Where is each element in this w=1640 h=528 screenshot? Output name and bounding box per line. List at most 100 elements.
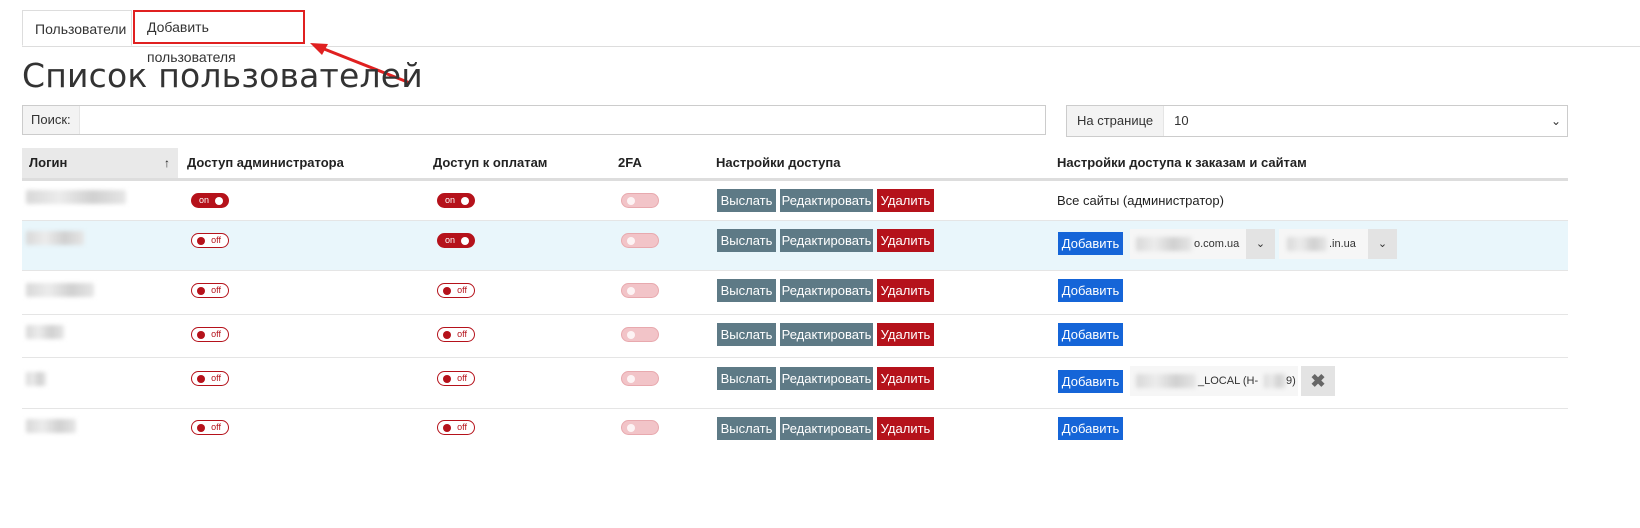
table-row: off on Выслать Редактировать Удалить Доб…	[22, 221, 1568, 271]
toggle-knob	[197, 331, 205, 339]
close-icon[interactable]: ✖	[1301, 366, 1335, 396]
edit-button[interactable]: Редактировать	[780, 189, 873, 212]
toggle-label: off	[211, 373, 221, 383]
per-page-select[interactable]: На странице 10 ⌄	[1066, 105, 1568, 137]
toggle-knob	[197, 375, 205, 383]
add-site-button[interactable]: Добавить	[1058, 232, 1123, 255]
per-page-value: 10	[1174, 113, 1189, 128]
admin-toggle[interactable]: off	[191, 327, 229, 342]
edit-button[interactable]: Редактировать	[780, 367, 873, 390]
table-row: off off Выслать Редактировать Удалить До…	[22, 271, 1568, 315]
delete-button[interactable]: Удалить	[877, 323, 934, 346]
column-login-label: Логин	[29, 155, 68, 170]
login-redacted	[26, 283, 94, 297]
site-select[interactable]: .in.ua ⌄	[1279, 229, 1397, 259]
delete-button[interactable]: Удалить	[877, 279, 934, 302]
tab-bar: Пользователи Добавить пользователя	[22, 10, 1640, 65]
send-button[interactable]: Выслать	[717, 189, 776, 212]
site-chip-label-end: 9)	[1286, 375, 1296, 387]
toggle-knob	[443, 287, 451, 295]
toggle-label: off	[457, 373, 467, 383]
admin-toggle[interactable]: off	[191, 233, 229, 248]
send-button[interactable]: Выслать	[717, 417, 776, 440]
table-row: off off Выслать Редактировать Удалить До…	[22, 315, 1568, 358]
send-button[interactable]: Выслать	[717, 367, 776, 390]
orders-access-text: Все сайты (администратор)	[1057, 193, 1224, 208]
sort-asc-icon: ↑	[164, 156, 170, 170]
table-row: on on Выслать Редактировать Удалить Все …	[22, 181, 1568, 221]
tab-add-user[interactable]: Добавить пользователя	[133, 10, 305, 65]
admin-toggle[interactable]: off	[191, 420, 229, 435]
edit-button[interactable]: Редактировать	[780, 323, 873, 346]
toggle-knob	[627, 375, 635, 383]
column-header-2fa: 2FA	[618, 155, 642, 170]
search-input[interactable]	[79, 106, 1045, 134]
delete-button[interactable]: Удалить	[877, 417, 934, 440]
delete-button[interactable]: Удалить	[877, 189, 934, 212]
toggle-label: on	[445, 235, 456, 245]
toggle-knob	[443, 424, 451, 432]
site-chip-label: _LOCAL (H-	[1198, 375, 1259, 387]
payments-toggle[interactable]: off	[437, 371, 475, 386]
delete-button[interactable]: Удалить	[877, 367, 934, 390]
payments-toggle[interactable]: off	[437, 327, 475, 342]
2fa-toggle	[621, 233, 659, 248]
toggle-label: off	[211, 422, 221, 432]
site-redacted	[1136, 237, 1192, 251]
toggle-label: on	[199, 195, 210, 205]
toggle-knob	[627, 197, 635, 205]
site-redacted	[1264, 374, 1286, 388]
per-page-label: На странице	[1067, 106, 1165, 136]
login-redacted	[26, 231, 84, 245]
add-site-button[interactable]: Добавить	[1058, 417, 1123, 440]
column-header-login[interactable]: Логин ↑	[22, 148, 178, 178]
toggle-knob	[443, 331, 451, 339]
table-header: Логин ↑ Доступ администратора Доступ к о…	[22, 148, 1568, 181]
toggle-knob	[461, 237, 469, 245]
login-redacted	[26, 325, 64, 339]
site-select[interactable]: o.com.ua ⌄	[1130, 229, 1275, 259]
page-title: Список пользователей	[22, 56, 423, 95]
toggle-label: off	[211, 329, 221, 339]
add-site-button[interactable]: Добавить	[1058, 323, 1123, 346]
table-row: off off Выслать Редактировать Удалить До…	[22, 409, 1568, 449]
toggle-label: off	[457, 285, 467, 295]
login-redacted	[26, 419, 76, 433]
toggle-label: on	[445, 195, 456, 205]
toggle-knob	[197, 424, 205, 432]
add-site-button[interactable]: Добавить	[1058, 370, 1123, 393]
2fa-toggle	[621, 327, 659, 342]
login-redacted	[26, 190, 126, 204]
site-select-value: o.com.ua	[1194, 238, 1240, 250]
payments-toggle[interactable]: off	[437, 420, 475, 435]
edit-button[interactable]: Редактировать	[780, 279, 873, 302]
payments-toggle[interactable]: on	[437, 233, 475, 248]
send-button[interactable]: Выслать	[717, 323, 776, 346]
column-header-admin: Доступ администратора	[187, 155, 344, 170]
toggle-knob	[197, 237, 205, 245]
admin-toggle[interactable]: off	[191, 283, 229, 298]
edit-button[interactable]: Редактировать	[780, 417, 873, 440]
toggle-label: off	[211, 285, 221, 295]
send-button[interactable]: Выслать	[717, 229, 776, 252]
edit-button[interactable]: Редактировать	[780, 229, 873, 252]
search-group: Поиск:	[22, 105, 1046, 135]
add-site-button[interactable]: Добавить	[1058, 279, 1123, 302]
site-redacted	[1287, 237, 1327, 251]
toggle-label: off	[457, 422, 467, 432]
column-header-orders: Настройки доступа к заказам и сайтам	[1057, 155, 1307, 170]
payments-toggle[interactable]: off	[437, 283, 475, 298]
chevron-down-icon[interactable]: ⌄	[1246, 229, 1275, 259]
delete-button[interactable]: Удалить	[877, 229, 934, 252]
2fa-toggle	[621, 283, 659, 298]
tab-users[interactable]: Пользователи	[22, 10, 132, 46]
2fa-toggle	[621, 371, 659, 386]
admin-toggle[interactable]: on	[191, 193, 229, 208]
send-button[interactable]: Выслать	[717, 279, 776, 302]
toggle-knob	[627, 237, 635, 245]
2fa-toggle	[621, 420, 659, 435]
payments-toggle[interactable]: on	[437, 193, 475, 208]
chevron-down-icon[interactable]: ⌄	[1368, 229, 1397, 259]
admin-toggle[interactable]: off	[191, 371, 229, 386]
chevron-down-icon: ⌄	[1550, 114, 1562, 128]
